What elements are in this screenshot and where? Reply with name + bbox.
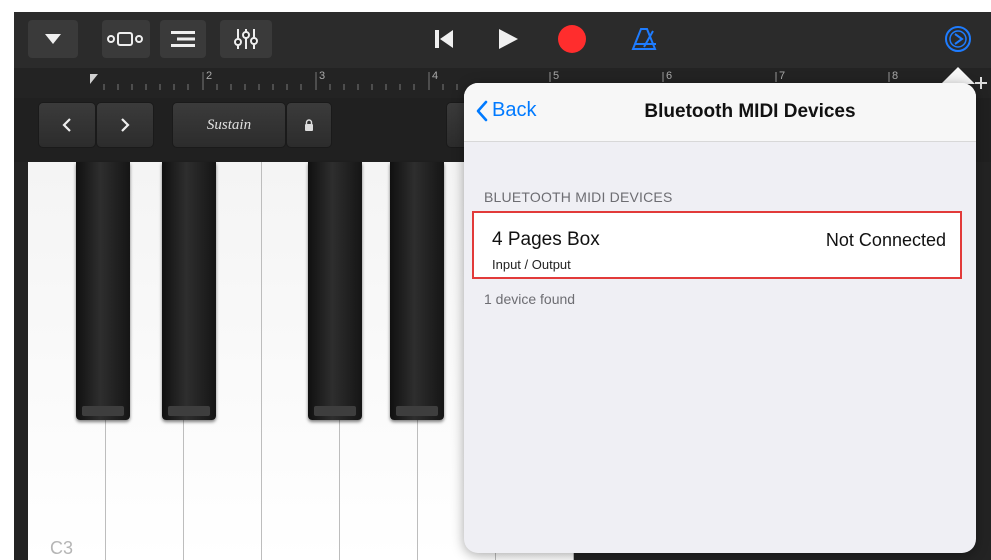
- device-status: Not Connected: [825, 230, 946, 250]
- chevron-left-icon: [62, 118, 71, 132]
- octave-down-button[interactable]: [38, 102, 96, 148]
- device-row[interactable]: 4 Pages Box Input / Output Not Connected: [472, 211, 962, 279]
- popover-pointer: [941, 67, 975, 84]
- track-view-icon: [107, 32, 143, 46]
- popover-title: Bluetooth MIDI Devices: [644, 101, 856, 122]
- toolbar: [14, 12, 991, 68]
- bluetooth-midi-popover: Back Bluetooth MIDI Devices BLUETOOTH MI…: [464, 83, 976, 553]
- c3-key-label: C3: [50, 538, 74, 558]
- ruler-mark-8: 8: [892, 70, 899, 82]
- play-icon: [499, 29, 518, 49]
- black-key[interactable]: [162, 162, 216, 420]
- go-to-beginning-button[interactable]: [422, 20, 466, 58]
- ruler-mark-5: 5: [553, 70, 560, 82]
- menu-triangle-icon: [45, 34, 61, 44]
- popover-nav-bar: Back Bluetooth MIDI Devices: [464, 83, 976, 142]
- black-key[interactable]: [390, 162, 444, 420]
- sustain-button[interactable]: Sustain: [172, 102, 286, 148]
- device-subtitle: Input / Output: [492, 257, 571, 272]
- ruler-mark-6: 6: [666, 70, 673, 82]
- record-icon: [558, 25, 586, 53]
- octave-up-button[interactable]: [96, 102, 154, 148]
- device-name: 4 Pages Box: [492, 229, 600, 250]
- track-view-button[interactable]: [102, 20, 150, 58]
- ruler-mark-7: 7: [779, 70, 786, 82]
- mixer-button[interactable]: [220, 20, 272, 58]
- sustain-label: Sustain: [206, 116, 252, 133]
- sustain-lock-button[interactable]: [286, 102, 332, 148]
- record-button[interactable]: [550, 20, 594, 58]
- black-key[interactable]: [308, 162, 362, 420]
- settings-button[interactable]: [936, 20, 980, 58]
- lock-icon: [305, 119, 313, 131]
- menu-button[interactable]: [28, 20, 78, 58]
- chevron-right-icon: [121, 118, 130, 132]
- ruler-mark-4: 4: [432, 70, 439, 82]
- section-header: BLUETOOTH MIDI DEVICES: [484, 189, 673, 205]
- mixer-icon: [234, 29, 258, 49]
- device-count: 1 device found: [484, 291, 576, 307]
- metronome-icon: [631, 28, 657, 50]
- tracks-list-button[interactable]: [160, 20, 206, 58]
- tracks-list-icon: [171, 31, 195, 47]
- metronome-button[interactable]: [622, 20, 666, 58]
- ruler-mark-2: 2: [206, 70, 213, 82]
- settings-gear-icon: [945, 26, 971, 52]
- go-to-beginning-icon: [435, 30, 453, 48]
- plus-icon[interactable]: [974, 76, 988, 90]
- garageband-screen: 2 3 4 5 6 7 8 Sustain C3 Back Bluetooth …: [0, 0, 991, 560]
- play-button[interactable]: [486, 20, 530, 58]
- black-key[interactable]: [76, 162, 130, 420]
- ruler-mark-3: 3: [319, 70, 326, 82]
